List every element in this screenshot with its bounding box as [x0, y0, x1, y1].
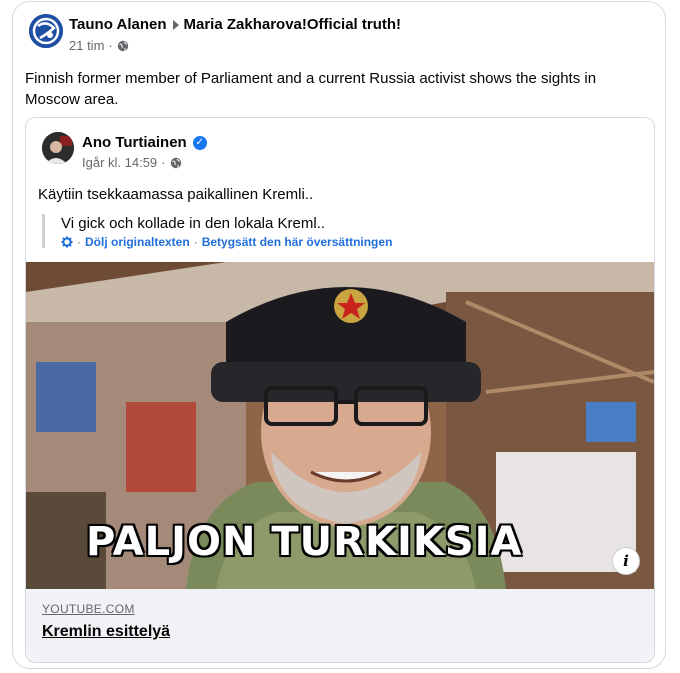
post-time[interactable]: 21 tim — [69, 38, 104, 53]
author-name[interactable]: Tauno Alanen — [69, 16, 167, 33]
post-meta: 21 tim · — [69, 38, 129, 53]
video-thumbnail[interactable]: PALJON TURKIKSIA i — [26, 262, 654, 589]
logo-icon — [29, 14, 63, 48]
group-name[interactable]: Maria Zakharova!Official truth! — [184, 16, 402, 33]
link-separator: · — [77, 235, 81, 249]
post-header: Tauno Alanen Maria Zakharova!Official tr… — [69, 16, 401, 33]
rate-translation-link[interactable]: Betygsätt den här översättningen — [202, 235, 393, 249]
post-text: Finnish former member of Parliament and … — [25, 70, 597, 108]
shared-text: Käytiin tsekkaamassa paikallinen Kremli.… — [38, 186, 314, 203]
meta-separator: · — [108, 38, 113, 53]
video-caption: PALJON TURKIKSIA — [86, 519, 523, 565]
verified-badge-icon: ✓ — [192, 135, 207, 150]
gear-icon[interactable] — [61, 236, 73, 248]
profile-photo-icon — [42, 132, 74, 164]
translation-block: Vi gick och kollade in den lokala Kreml.… — [42, 214, 392, 249]
meta-separator: · — [161, 155, 166, 170]
shared-meta: Igår kl. 14:59 · — [82, 155, 182, 170]
link-preview[interactable]: YOUTUBE.COM Kremlin esittelyä — [26, 589, 654, 662]
link-domain[interactable]: YOUTUBE.COM — [42, 602, 135, 616]
post-card: Tauno Alanen Maria Zakharova!Official tr… — [12, 1, 666, 669]
shared-author-name[interactable]: Ano Turtiainen — [82, 134, 187, 151]
translation-text: Vi gick och kollade in den lokala Kreml.… — [61, 215, 326, 232]
arrow-right-icon — [172, 19, 179, 30]
globe-icon — [170, 157, 181, 168]
link-title[interactable]: Kremlin esittelyä — [42, 623, 170, 641]
link-separator: · — [193, 235, 198, 249]
shared-post: Ano Turtiainen ✓ Igår kl. 14:59 · Käytii… — [25, 117, 655, 663]
author-avatar[interactable] — [29, 14, 63, 48]
shared-time[interactable]: Igår kl. 14:59 — [82, 155, 157, 170]
globe-icon — [117, 40, 128, 51]
shared-author-avatar[interactable] — [42, 132, 74, 164]
shared-author: Ano Turtiainen ✓ — [82, 134, 207, 151]
hide-original-link[interactable]: Dölj originaltexten — [85, 235, 190, 249]
translation-links: · Dölj originaltexten · Betygsätt den hä… — [61, 235, 392, 249]
info-icon[interactable]: i — [612, 547, 640, 575]
